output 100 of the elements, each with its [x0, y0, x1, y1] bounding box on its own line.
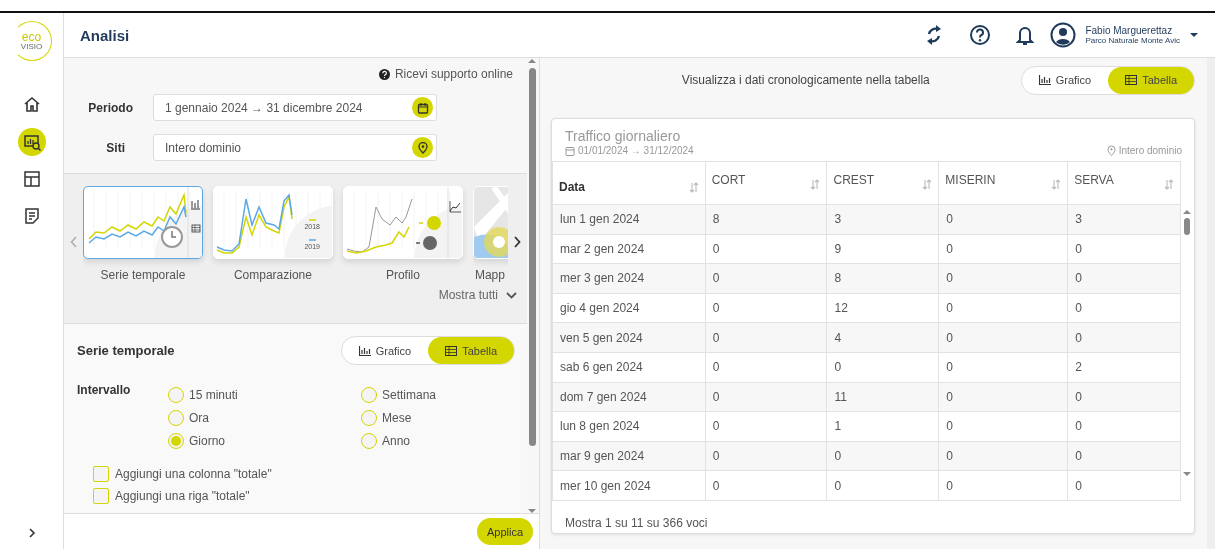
table-cell: 0	[1067, 322, 1181, 353]
table-cell: 0	[705, 382, 827, 412]
chevron-right-icon[interactable]	[514, 236, 521, 248]
apply-button[interactable]: Applica	[476, 518, 533, 545]
field-label: Intervallo	[77, 383, 132, 399]
column-header[interactable]: MISERIN	[938, 161, 1068, 205]
table-cell: 0	[1067, 470, 1181, 501]
input-field[interactable]: Intero dominio	[153, 134, 437, 161]
bar-chart-icon	[1038, 75, 1051, 85]
table-cell: lun 1 gen 2024	[552, 204, 706, 235]
toggle-option[interactable]: Grafico	[341, 337, 429, 364]
table-cell: 0	[1067, 263, 1181, 294]
table-cell: 0	[1067, 234, 1181, 264]
location-button[interactable]	[412, 137, 433, 158]
help-icon[interactable]	[969, 24, 992, 46]
scroll-up-icon[interactable]	[1183, 209, 1191, 215]
table-cell: 9	[826, 234, 939, 264]
scrollbar[interactable]	[527, 58, 537, 514]
scrollbar-thumb[interactable]	[528, 68, 536, 446]
monitor-chart-icon	[21, 132, 42, 152]
pagination-info: Mostra 1 su 11 su 366 voci	[564, 514, 709, 530]
checkbox[interactable]	[93, 488, 109, 504]
scroll-up-icon[interactable]	[528, 58, 536, 64]
calendar-button[interactable]	[412, 97, 433, 118]
calendar-icon	[416, 101, 429, 114]
show-all-link[interactable]: Mostra tutti	[438, 288, 498, 302]
table-cell: lun 8 gen 2024	[552, 411, 706, 442]
radio-label: 15 minuti	[189, 387, 238, 402]
sort-icon	[922, 179, 933, 190]
table-cell: 0	[938, 470, 1068, 501]
input-field[interactable]: 1 gennaio 2024 → 31 dicembre 2024	[153, 94, 437, 121]
radio-button[interactable]	[361, 409, 377, 426]
table-cell: 0	[1067, 293, 1181, 323]
table-cell: 0	[938, 234, 1068, 264]
layout-icon	[21, 169, 42, 189]
chevron-left-icon[interactable]	[69, 236, 77, 248]
chart-type-label: Mapp	[473, 268, 505, 282]
table-cell: 0	[705, 411, 827, 442]
chart-type-label: Serie temporale	[100, 268, 186, 282]
radio-label: Anno	[382, 433, 411, 448]
radio-button[interactable]	[168, 432, 184, 449]
table-cell: 0	[826, 441, 939, 471]
caret-down-icon	[1189, 32, 1199, 38]
column-header[interactable]: Data	[552, 161, 706, 205]
table-cell: 1	[826, 411, 939, 442]
table-cell: 0	[705, 352, 827, 383]
table-cell: 0	[938, 441, 1068, 471]
toggle-option[interactable]: Grafico	[1021, 66, 1109, 94]
checkbox[interactable]	[93, 466, 109, 482]
location-pin-icon	[416, 141, 429, 154]
radio-button[interactable]	[168, 386, 184, 403]
table-cell: 0	[1067, 441, 1181, 471]
table-cell: 0	[705, 263, 827, 294]
column-header[interactable]: CREST	[826, 161, 939, 205]
field-label: Siti	[105, 140, 126, 155]
table-cell: 0	[938, 322, 1068, 353]
table-icon	[1125, 75, 1138, 85]
table-cell: 12	[826, 293, 939, 323]
help-icon	[378, 68, 390, 80]
table-cell: 0	[705, 293, 827, 323]
toggle-option[interactable]: Tabella	[428, 337, 514, 364]
table-cell: 0	[1067, 411, 1181, 442]
radio-button[interactable]	[168, 409, 184, 426]
scrollbar[interactable]	[1207, 58, 1215, 549]
sort-icon	[688, 181, 699, 193]
table-cell: ven 5 gen 2024	[552, 322, 706, 353]
radio-button[interactable]	[361, 432, 377, 449]
calendar-icon	[565, 145, 575, 156]
radio-label: Mese	[382, 410, 412, 425]
scroll-down-icon[interactable]	[1183, 471, 1191, 477]
checkbox-label: Aggiungi una riga "totale"	[115, 489, 250, 503]
column-header[interactable]: SERVA	[1067, 161, 1181, 205]
user-menu[interactable]: Fabio Marguerettaz Parco Naturale Monte Avic	[1050, 22, 1199, 48]
logo-text: eco	[21, 31, 42, 43]
radio-button[interactable]	[361, 386, 377, 403]
table-cell: gio 4 gen 2024	[552, 293, 706, 323]
table-cell: 0	[826, 470, 939, 501]
user-name: Fabio Marguerettaz	[1085, 25, 1174, 36]
table-cell: 4	[826, 322, 939, 353]
table-cell: 0	[705, 322, 827, 353]
chevron-right-icon[interactable]	[26, 527, 37, 539]
table-cell: 0	[826, 352, 939, 383]
nav-item[interactable]	[17, 128, 46, 156]
table-cell: 8	[705, 204, 827, 235]
table-cell: 11	[826, 382, 939, 412]
table-cell: mer 3 gen 2024	[552, 263, 706, 294]
table-cell: mer 10 gen 2024	[552, 470, 706, 501]
chevron-down-icon[interactable]	[506, 291, 517, 299]
sort-icon	[1164, 179, 1174, 190]
bell-icon[interactable]	[1016, 24, 1035, 46]
table-cell: 0	[938, 204, 1068, 235]
support-link[interactable]: Ricevi supporto online	[394, 67, 513, 81]
checkbox-label: Aggiungi una colonna "totale"	[115, 467, 272, 481]
chart-type-card[interactable]	[82, 186, 203, 259]
toggle-option[interactable]: Tabella	[1108, 66, 1194, 94]
location-icon	[1106, 145, 1116, 156]
scrollbar-thumb[interactable]	[1184, 218, 1190, 235]
table-cell: 0	[705, 234, 827, 264]
column-header[interactable]: CORT	[705, 161, 827, 205]
scroll-down-icon[interactable]	[528, 508, 536, 514]
